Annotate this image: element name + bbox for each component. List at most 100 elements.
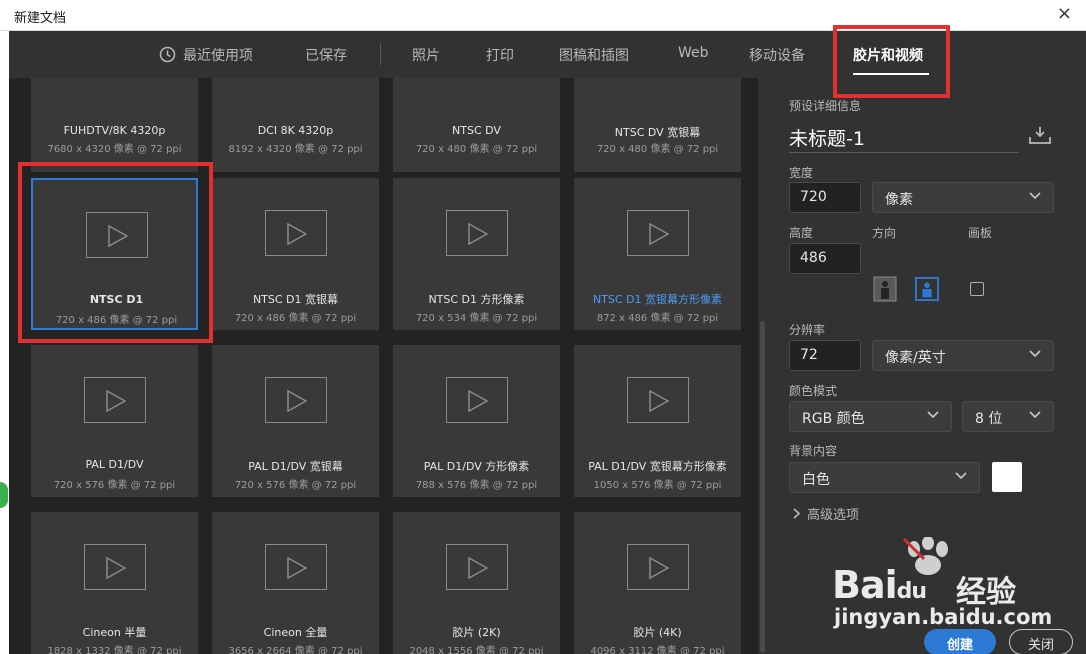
artboard-checkbox[interactable] xyxy=(970,282,984,296)
preset-name: PAL D1/DV 方形像素 xyxy=(423,460,530,473)
preset-card[interactable]: 胶片 (4K) 4096 x 3112 像素 @ 72 ppi xyxy=(574,512,741,654)
background-value: 白色 xyxy=(802,472,830,488)
resolution-unit-select[interactable]: 像素/英寸 xyxy=(872,340,1054,371)
preset-size: 7680 x 4320 像素 @ 72 ppi xyxy=(47,144,182,155)
preset-name: NTSC D1 宽银幕 xyxy=(252,293,339,306)
bit-depth-select[interactable]: 8 位 xyxy=(962,401,1054,432)
preset-card[interactable]: NTSC D1 方形像素 720 x 534 像素 @ 72 ppi xyxy=(393,178,560,330)
color-mode-label: 颜色模式 xyxy=(789,384,838,398)
landscape-orientation-icon[interactable] xyxy=(915,276,939,302)
preset-card[interactable]: NTSC DV 720 x 480 像素 @ 72 ppi xyxy=(393,78,560,172)
width-input[interactable]: 720 xyxy=(789,182,861,213)
preset-card[interactable]: NTSC DV 宽银幕 720 x 480 像素 @ 72 ppi xyxy=(574,78,741,172)
preset-size: 720 x 576 像素 @ 72 ppi xyxy=(53,480,176,491)
tab-art-illustration[interactable]: 图稿和插图 xyxy=(559,45,629,65)
artboard-label: 画板 xyxy=(968,226,993,240)
bit-depth-value: 8 位 xyxy=(975,411,1003,427)
preset-card[interactable]: FUHDTV/8K 4320p 7680 x 4320 像素 @ 72 ppi xyxy=(31,78,198,172)
clock-icon xyxy=(159,46,176,63)
preset-size: 872 x 486 像素 @ 72 ppi xyxy=(596,313,719,324)
preset-size: 4096 x 3112 像素 @ 72 ppi xyxy=(590,646,725,654)
width-unit-value: 像素 xyxy=(885,192,913,208)
height-label: 高度 xyxy=(789,226,814,240)
window-close-button[interactable]: × xyxy=(1057,4,1072,24)
color-mode-select[interactable]: RGB 颜色 xyxy=(789,401,952,432)
preset-name: NTSC D1 方形像素 xyxy=(428,293,525,306)
portrait-orientation-icon[interactable] xyxy=(873,276,897,302)
width-unit-select[interactable]: 像素 xyxy=(872,182,1054,213)
resolution-label: 分辨率 xyxy=(789,323,826,337)
annotation-box-tab xyxy=(833,25,950,98)
chevron-down-icon xyxy=(927,411,939,419)
play-icon xyxy=(446,377,508,423)
advanced-options-toggle[interactable]: 高级选项 xyxy=(793,504,859,523)
tab-mobile[interactable]: 移动设备 xyxy=(749,45,805,65)
background-color-swatch[interactable] xyxy=(992,462,1022,492)
tab-recent[interactable]: 最近使用项 xyxy=(183,45,253,65)
preset-size: 8192 x 4320 像素 @ 72 ppi xyxy=(228,144,363,155)
document-name-underline xyxy=(789,152,1019,153)
preset-size: 720 x 486 像素 @ 72 ppi xyxy=(234,313,357,324)
play-icon xyxy=(446,210,508,256)
chevron-right-icon xyxy=(793,508,801,519)
preset-name: DCI 8K 4320p xyxy=(257,124,334,137)
width-label: 宽度 xyxy=(789,166,814,180)
preset-name: NTSC D1 宽银幕方形像素 xyxy=(592,293,723,306)
preset-card[interactable]: PAL D1/DV 宽银幕 720 x 576 像素 @ 72 ppi xyxy=(212,345,379,497)
height-input[interactable]: 486 xyxy=(789,243,861,274)
save-preset-icon[interactable] xyxy=(1029,126,1051,144)
chevron-down-icon xyxy=(1029,350,1041,358)
preset-card[interactable]: Cineon 全量 3656 x 2664 像素 @ 72 ppi xyxy=(212,512,379,654)
play-icon xyxy=(627,544,689,590)
preset-size: 2048 x 1556 像素 @ 72 ppi xyxy=(409,646,544,654)
orientation-label: 方向 xyxy=(872,226,897,240)
chevron-down-icon xyxy=(955,472,967,480)
preset-card[interactable]: NTSC D1 宽银幕方形像素 872 x 486 像素 @ 72 ppi xyxy=(574,178,741,330)
play-icon xyxy=(265,377,327,423)
preset-size: 720 x 480 像素 @ 72 ppi xyxy=(415,144,538,155)
preset-card[interactable]: PAL D1/DV 720 x 576 像素 @ 72 ppi xyxy=(31,345,198,497)
play-icon xyxy=(265,544,327,590)
play-icon xyxy=(446,544,508,590)
tab-divider xyxy=(380,43,381,65)
play-icon xyxy=(627,377,689,423)
play-icon xyxy=(627,210,689,256)
preset-name: NTSC DV 宽银幕 xyxy=(614,126,701,139)
preset-name: PAL D1/DV 宽银幕 xyxy=(248,460,343,473)
preset-card[interactable]: PAL D1/DV 方形像素 788 x 576 像素 @ 72 ppi xyxy=(393,345,560,497)
document-name-input[interactable]: 未标题-1 xyxy=(789,124,865,151)
chevron-down-icon xyxy=(1029,411,1041,419)
watermark-url: jingyan.baidu.com xyxy=(834,605,1053,629)
preset-size: 720 x 480 像素 @ 72 ppi xyxy=(596,144,719,155)
tab-photo[interactable]: 照片 xyxy=(412,45,440,65)
preset-card[interactable]: 胶片 (2K) 2048 x 1556 像素 @ 72 ppi xyxy=(393,512,560,654)
side-tab-indicator xyxy=(0,482,8,508)
play-icon xyxy=(265,210,327,256)
background-label: 背景内容 xyxy=(789,444,838,458)
preset-name: FUHDTV/8K 4320p xyxy=(63,124,166,137)
preset-name: Cineon 全量 xyxy=(263,626,328,639)
preset-card[interactable]: DCI 8K 4320p 8192 x 4320 像素 @ 72 ppi xyxy=(212,78,379,172)
tab-print[interactable]: 打印 xyxy=(486,45,514,65)
tab-web[interactable]: Web xyxy=(678,45,709,61)
resolution-unit-value: 像素/英寸 xyxy=(885,350,946,366)
preset-card[interactable]: PAL D1/DV 宽银幕方形像素 1050 x 576 像素 @ 72 ppi xyxy=(574,345,741,497)
resolution-input[interactable]: 72 xyxy=(789,340,861,371)
grid-scrollbar[interactable] xyxy=(760,321,765,653)
window-title: 新建文档 xyxy=(14,11,67,26)
preset-card[interactable]: Cineon 半量 1828 x 1332 像素 @ 72 ppi xyxy=(31,512,198,654)
preset-name: 胶片 (2K) xyxy=(452,626,501,639)
preset-details-label: 预设详细信息 xyxy=(789,99,862,113)
background-select[interactable]: 白色 xyxy=(789,462,980,493)
preset-size: 1828 x 1332 像素 @ 72 ppi xyxy=(47,646,182,654)
advanced-options-label: 高级选项 xyxy=(807,508,860,523)
tab-saved[interactable]: 已保存 xyxy=(305,45,347,65)
preset-name: PAL D1/DV xyxy=(85,458,144,471)
preset-size: 720 x 534 像素 @ 72 ppi xyxy=(415,313,538,324)
preset-size: 720 x 576 像素 @ 72 ppi xyxy=(234,480,357,491)
play-icon xyxy=(84,544,146,590)
annotation-box-preset xyxy=(18,162,213,343)
chevron-down-icon xyxy=(1029,192,1041,200)
color-mode-value: RGB 颜色 xyxy=(802,411,865,427)
preset-card[interactable]: NTSC D1 宽银幕 720 x 486 像素 @ 72 ppi xyxy=(212,178,379,330)
